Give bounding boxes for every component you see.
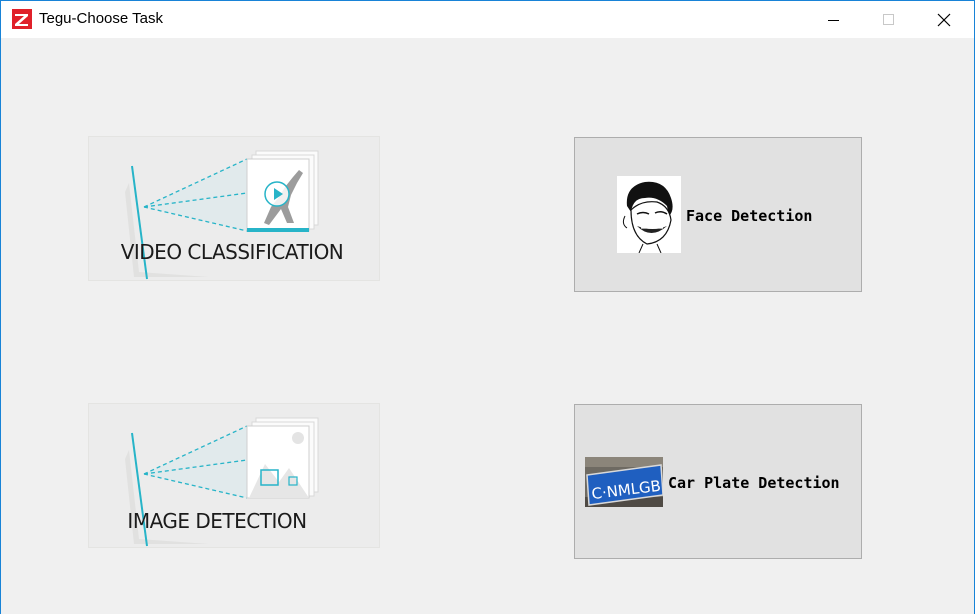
task-chooser-panel: VIDEO CLASSIFICATION IMAGE DETECTION Fac… xyxy=(1,38,974,614)
image-detection-label: IMAGE DETECTION xyxy=(127,509,307,533)
app-logo-icon xyxy=(12,9,32,29)
title-bar[interactable]: Tegu-Choose Task xyxy=(1,1,974,38)
video-classification-label: VIDEO CLASSIFICATION xyxy=(120,240,344,264)
license-plate-image: C·NMLGB xyxy=(585,457,663,507)
car-plate-detection-label: Car Plate Detection xyxy=(668,474,840,492)
face-detection-label: Face Detection xyxy=(686,207,813,225)
close-button[interactable] xyxy=(921,1,967,38)
close-icon xyxy=(937,13,951,26)
face-meme-image xyxy=(617,176,681,253)
minimize-button[interactable] xyxy=(811,1,857,38)
window-title: Tegu-Choose Task xyxy=(39,10,163,27)
car-plate-detection-button[interactable]: C·NMLGB Car Plate Detection xyxy=(574,404,862,559)
face-detection-button[interactable]: Face Detection xyxy=(574,137,862,292)
video-classification-tile[interactable]: VIDEO CLASSIFICATION xyxy=(88,136,380,281)
image-detection-tile[interactable]: IMAGE DETECTION xyxy=(88,403,380,548)
app-window: Tegu-Choose Task VIDEO CLASSIFICATION IM… xyxy=(0,0,975,614)
maximize-icon xyxy=(883,13,894,25)
maximize-button[interactable] xyxy=(866,1,912,38)
minimize-icon xyxy=(828,19,839,21)
